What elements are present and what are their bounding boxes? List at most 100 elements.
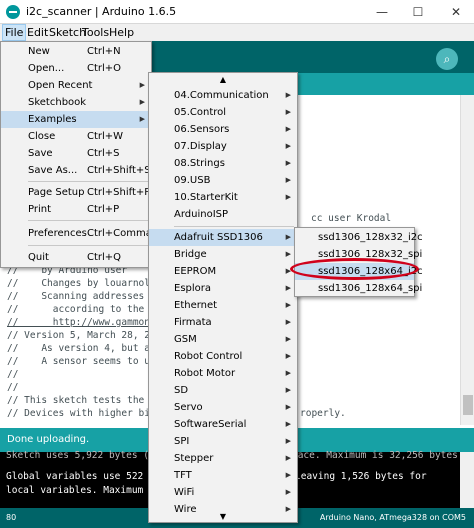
line-number: 80 [6,513,17,522]
code-line: // A sensor seems to us [7,356,156,367]
menu-item-robot-control[interactable]: Robot Control ▶ [149,348,297,365]
close-button[interactable]: ✕ [446,3,466,21]
serial-monitor-icon[interactable]: ⌕ [436,48,458,70]
menu-item-09-usb[interactable]: 09.USB ▶ [149,172,297,189]
menu-item-open[interactable]: Open... Ctrl+O [1,60,151,77]
menu-item-05-control[interactable]: 05.Control ▶ [149,104,297,121]
menu-item-07-display[interactable]: 07.Display ▶ [149,138,297,155]
submenu-arrow-icon: ▶ [285,108,291,116]
menu-edit[interactable]: Edit [27,26,48,39]
menu-item-save-as[interactable]: Save As... Ctrl+Shift+S [1,162,151,179]
submenu-arrow-icon: ▶ [139,115,145,123]
menu-bar: File Edit Sketch Tools Help [0,24,474,41]
console-line: leaving 1,526 bytes for [295,471,427,482]
menu-item-quit[interactable]: Quit Ctrl+Q [1,249,151,266]
examples-menu: ▲ 04.Communication ▶ 05.Control ▶ 06.Senso… [148,72,298,523]
status-message: Done uploading. [7,434,90,445]
menu-item-gsm[interactable]: GSM ▶ [149,331,297,348]
menu-item-wifi[interactable]: WiFi ▶ [149,484,297,501]
file-menu: New Ctrl+N Open... Ctrl+O Open Recent ▶ Ske… [0,41,152,268]
code-line: // Devices with higher bit [7,408,156,419]
menu-item-spi[interactable]: SPI ▶ [149,433,297,450]
code-fragment: roperly. [300,408,346,419]
submenu-arrow-icon: ▶ [285,301,291,309]
menu-sketch[interactable]: Sketch [49,26,86,39]
submenu-arrow-icon: ▶ [285,142,291,150]
menu-separator [28,181,148,182]
submenu-arrow-icon: ▶ [285,352,291,360]
submenu-arrow-icon: ▶ [285,176,291,184]
menu-file[interactable]: File [2,24,27,41]
menu-item-close[interactable]: Close Ctrl+W [1,128,151,145]
menu-item-open-recent[interactable]: Open Recent ▶ [1,77,151,94]
menu-item-eeprom[interactable]: EEPROM ▶ [149,263,297,280]
menu-item-save[interactable]: Save Ctrl+S [1,145,151,162]
code-line: // according to the i2c [7,304,168,315]
code-fragment: cc user Krodal [311,213,392,224]
menu-item-new[interactable]: New Ctrl+N [1,43,151,60]
editor-scrollbar[interactable] [460,95,474,425]
menu-item-ssd1306-128x32-i2c[interactable]: ssd1306_128x32_i2c [295,229,423,246]
submenu-arrow-icon: ▶ [285,403,291,411]
submenu-arrow-icon: ▶ [139,81,145,89]
submenu-arrow-icon: ▶ [285,369,291,377]
menu-item-adafruit-ssd1306[interactable]: Adafruit SSD1306 ▶ [149,229,297,246]
menu-item-sketchbook[interactable]: Sketchbook ▶ [1,94,151,111]
menu-item-10-starterkit[interactable]: 10.StarterKit ▶ [149,189,297,206]
scroll-up-arrow-icon[interactable]: ▲ [149,75,297,84]
menu-item-softwareserial[interactable]: SoftwareSerial ▶ [149,416,297,433]
code-line: // This sketch tests the s [7,395,156,406]
submenu-arrow-icon: ▶ [285,267,291,275]
menu-item-ssd1306-128x64-spi[interactable]: ssd1306_128x64_spi [295,280,422,297]
code-line: // Changes by louarnold [7,278,156,289]
menu-item-print[interactable]: Print Ctrl+P [1,201,151,218]
maximize-button[interactable]: ☐ [408,3,428,21]
submenu-arrow-icon: ▶ [285,91,291,99]
submenu-arrow-icon: ▶ [285,386,291,394]
submenu-arrow-icon: ▶ [285,420,291,428]
console-line: local variables. Maximum is [6,485,161,496]
menu-item-ethernet[interactable]: Ethernet ▶ [149,297,297,314]
scroll-down-arrow-icon[interactable]: ▼ [149,512,297,521]
window-title: i2c_scanner | Arduino 1.6.5 [26,5,177,18]
scrollbar-thumb[interactable] [463,395,473,415]
menu-item-06-sensors[interactable]: 06.Sensors ▶ [149,121,297,138]
submenu-arrow-icon: ▶ [139,98,145,106]
menu-help[interactable]: Help [109,26,134,39]
menu-item-bridge[interactable]: Bridge ▶ [149,246,297,263]
menu-item-08-strings[interactable]: 08.Strings ▶ [149,155,297,172]
menu-item-sd[interactable]: SD ▶ [149,382,297,399]
menu-separator [28,220,148,221]
arduino-logo-icon [6,5,20,19]
menu-item-esplora[interactable]: Esplora ▶ [149,280,297,297]
code-line: // [7,382,19,393]
menu-separator [28,245,148,246]
menu-item-examples[interactable]: Examples ▶ [1,111,151,128]
submenu-arrow-icon: ▶ [285,318,291,326]
submenu-arrow-icon: ▶ [285,193,291,201]
menu-item-preferences[interactable]: Preferences Ctrl+Comma [1,225,152,242]
menu-item-firmata[interactable]: Firmata ▶ [149,314,297,331]
code-line: // [7,369,19,380]
menu-item-stepper[interactable]: Stepper ▶ [149,450,297,467]
minimize-button[interactable]: — [372,3,392,21]
menu-tools[interactable]: Tools [82,26,109,39]
menu-item-servo[interactable]: Servo ▶ [149,399,297,416]
code-line-url[interactable]: // http://www.gammon.co [7,317,167,328]
submenu-arrow-icon: ▶ [285,488,291,496]
menu-item-page-setup[interactable]: Page Setup Ctrl+Shift+P [1,184,151,201]
menu-item-robot-motor[interactable]: Robot Motor ▶ [149,365,297,382]
submenu-arrow-icon: ▶ [285,471,291,479]
submenu-arrow-icon: ▶ [285,335,291,343]
submenu-arrow-icon: ▶ [285,454,291,462]
submenu-arrow-icon: ▶ [285,125,291,133]
submenu-arrow-icon: ▶ [285,250,291,258]
code-line: // Version 5, March 28, 20 [7,330,156,341]
menu-item-arduinoisp[interactable]: ArduinoISP [149,206,297,223]
menu-item-tft[interactable]: TFT ▶ [149,467,297,484]
console-scrollbar[interactable] [460,452,474,508]
menu-item-04-communication[interactable]: 04.Communication ▶ [149,87,297,104]
submenu-arrow-icon: ▶ [285,159,291,167]
menu-separator [174,226,294,227]
submenu-arrow-icon: ▶ [285,437,291,445]
